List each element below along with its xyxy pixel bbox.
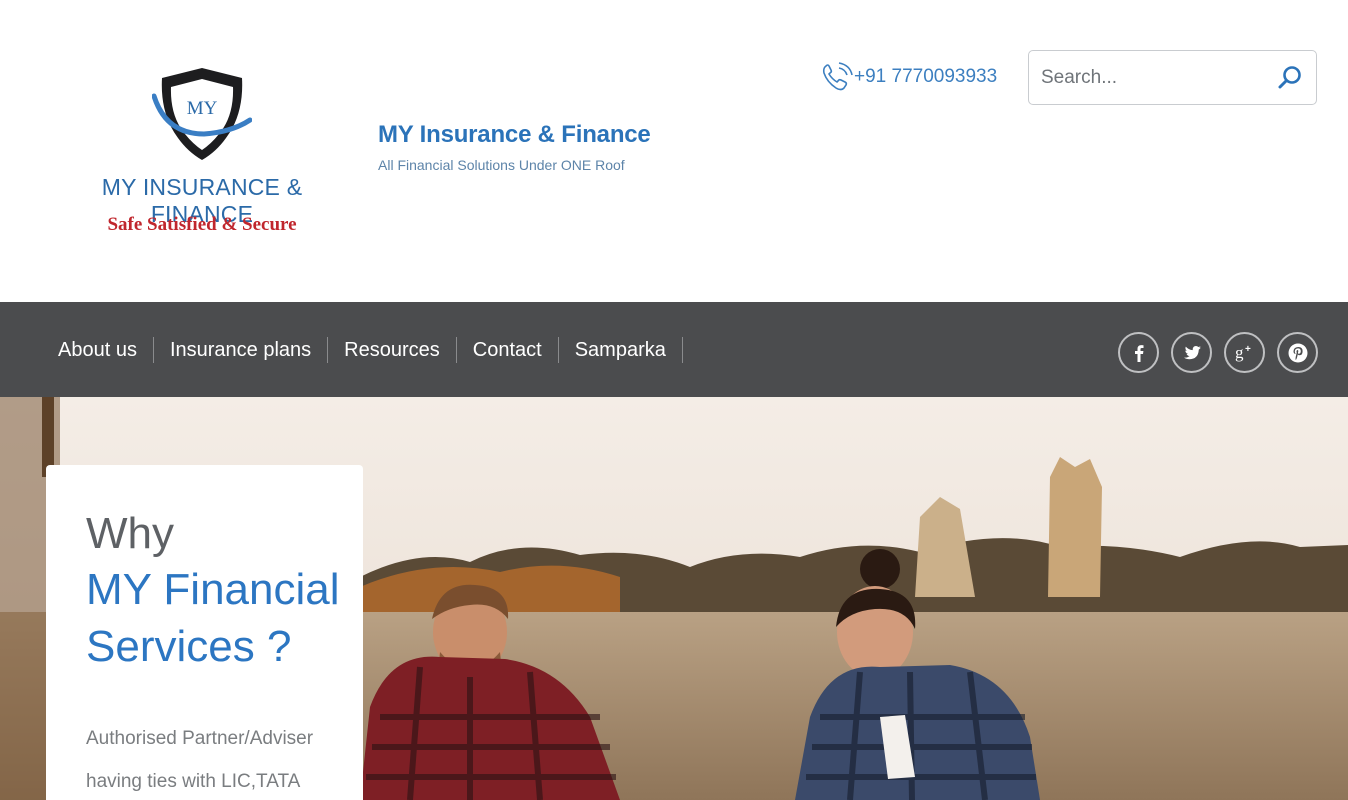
- nav-menu: About us Insurance plans Resources Conta…: [42, 302, 683, 397]
- logo-tagline: Safe Satisfied & Secure: [107, 214, 297, 235]
- why-us-card: Why MY Financial Services ? Authorised P…: [46, 465, 363, 800]
- nav-item-samparka[interactable]: Samparka: [559, 336, 683, 363]
- google-plus-button[interactable]: g +: [1224, 332, 1265, 373]
- phone-link[interactable]: +91 7770093933: [820, 62, 997, 92]
- twitter-icon: [1183, 345, 1201, 359]
- main-navbar: About us Insurance plans Resources Conta…: [0, 302, 1348, 397]
- nav-item-about-us[interactable]: About us: [42, 336, 154, 363]
- why-heading-line3: Services ?: [86, 622, 292, 671]
- why-heading-line2: MY Financial: [86, 565, 340, 614]
- pinterest-button[interactable]: [1277, 332, 1318, 373]
- site-logo[interactable]: MY MY INSURANCE & FINANCE Safe Satisfied…: [56, 60, 348, 246]
- nav-item-contact[interactable]: Contact: [457, 336, 559, 363]
- nav-item-insurance-plans[interactable]: Insurance plans: [154, 336, 329, 363]
- pinterest-icon: [1288, 343, 1307, 362]
- svg-text:+: +: [1245, 344, 1251, 355]
- site-title[interactable]: MY Insurance & Finance: [378, 121, 651, 149]
- facebook-icon: [1134, 344, 1143, 362]
- search-box: [1028, 50, 1317, 105]
- google-plus-icon: g +: [1235, 343, 1251, 362]
- search-input[interactable]: [1041, 61, 1271, 95]
- search-icon[interactable]: [1276, 64, 1304, 92]
- facebook-button[interactable]: [1118, 332, 1159, 373]
- svg-text:g: g: [1235, 343, 1244, 362]
- site-header: MY MY INSURANCE & FINANCE Safe Satisfied…: [0, 0, 1348, 302]
- phone-icon: [822, 62, 853, 91]
- svg-text:MY: MY: [187, 98, 218, 119]
- why-heading-line1: Why: [86, 509, 174, 558]
- shield-logo-icon: MY: [152, 68, 252, 160]
- twitter-button[interactable]: [1171, 332, 1212, 373]
- why-body-text: Authorised Partner/Adviser having ties w…: [86, 728, 314, 792]
- site-subtitle: All Financial Solutions Under ONE Roof: [378, 157, 625, 173]
- social-links: g +: [1118, 332, 1318, 373]
- nav-item-resources[interactable]: Resources: [328, 336, 457, 363]
- phone-number: +91 7770093933: [854, 66, 998, 87]
